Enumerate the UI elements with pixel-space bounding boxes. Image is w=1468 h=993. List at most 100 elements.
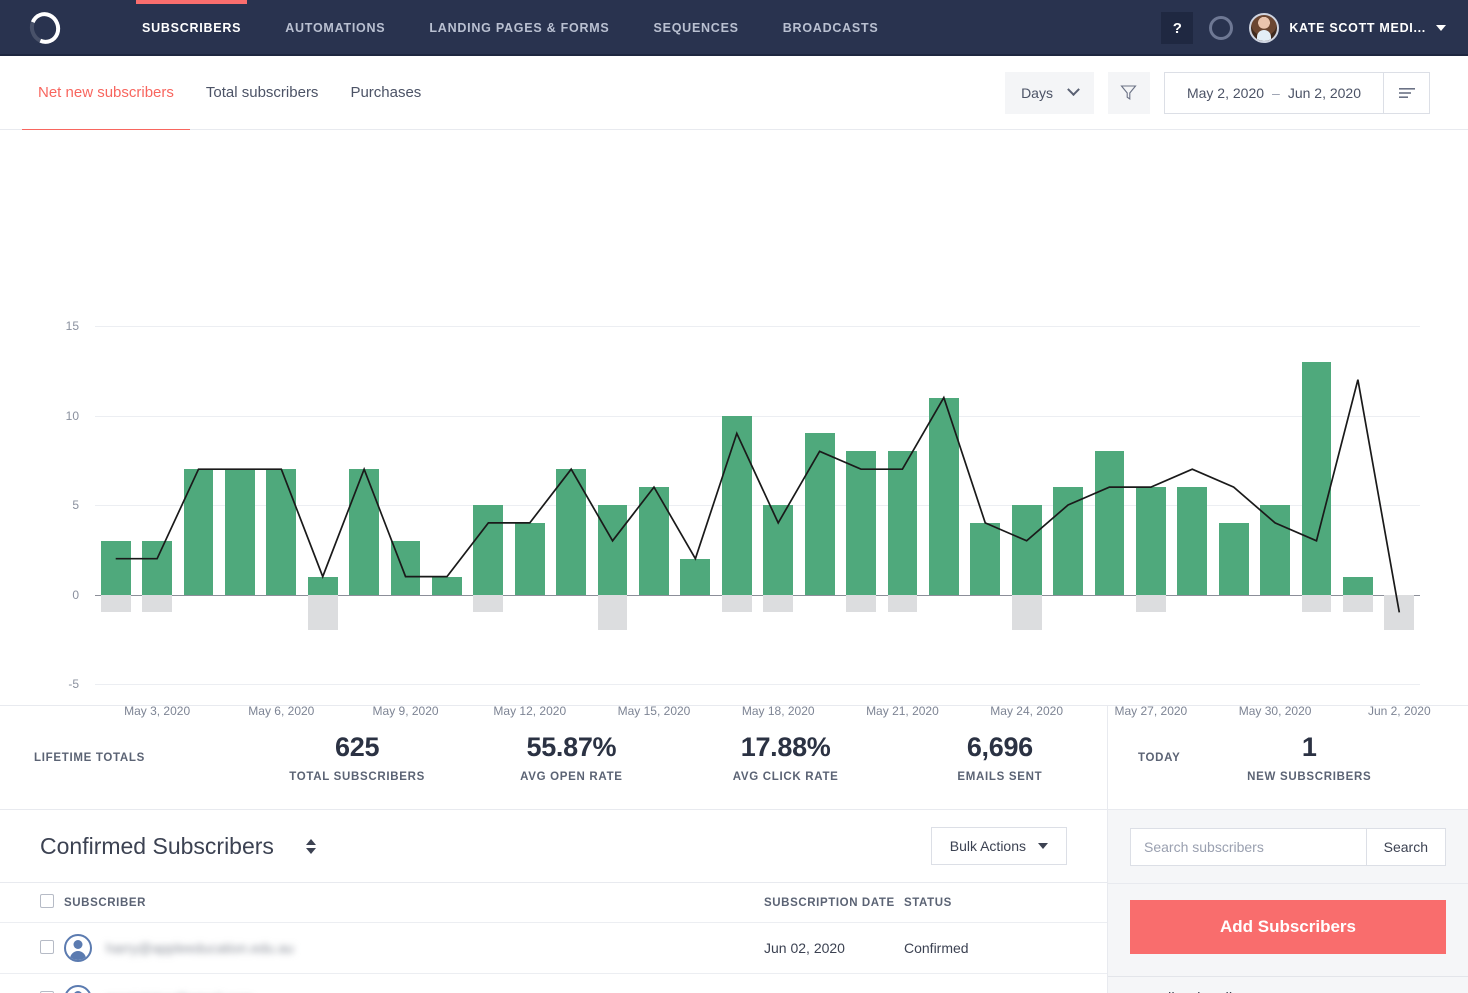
- date-range-text[interactable]: May 2, 2020 – Jun 2, 2020: [1165, 85, 1383, 101]
- subscribers-table: SUBSCRIBER SUBSCRIPTION DATE STATUS harr…: [0, 883, 1107, 993]
- search-input[interactable]: [1130, 828, 1367, 866]
- row-subscription-date: Jun 02, 2020: [764, 923, 904, 974]
- granularity-value: Days: [1021, 85, 1053, 101]
- help-button[interactable]: ?: [1161, 12, 1193, 44]
- date-range-separator: –: [1272, 85, 1280, 101]
- nav-item-landing-pages-forms[interactable]: LANDING PAGES & FORMS: [407, 0, 631, 56]
- y-axis-tick-label: -5: [68, 677, 79, 691]
- x-axis-tick-label: May 18, 2020: [742, 704, 815, 718]
- x-axis-tick-label: May 24, 2020: [990, 704, 1063, 718]
- date-range-end: Jun 2, 2020: [1288, 85, 1361, 101]
- stat-value: 1: [1181, 732, 1439, 763]
- sort-updown-icon[interactable]: [306, 839, 316, 854]
- avatar: [1249, 13, 1279, 43]
- nav-item-sequences[interactable]: SEQUENCES: [632, 0, 761, 56]
- table-row[interactable]: manjalekar@gmail.com Jun 01, 2020 Confir…: [0, 974, 1107, 993]
- y-axis-tick-label: 15: [66, 319, 79, 333]
- y-axis-tick-label: 5: [72, 498, 79, 512]
- x-axis-tick-label: May 12, 2020: [493, 704, 566, 718]
- page-title: Confirmed Subscribers: [40, 833, 274, 860]
- subscribers-header: Confirmed Subscribers Bulk Actions: [0, 810, 1107, 883]
- column-header-status[interactable]: STATUS: [904, 883, 1107, 923]
- app-logo[interactable]: [30, 12, 86, 44]
- stat-value: 17.88%: [679, 732, 893, 763]
- stat-new-subscribers-today: 1 NEW SUBSCRIBERS: [1181, 732, 1439, 783]
- lifetime-stats-group: LIFETIME TOTALS 625 TOTAL SUBSCRIBERS 55…: [0, 706, 1108, 809]
- chevron-down-icon: [1436, 25, 1446, 31]
- circle-logo-icon: [25, 8, 65, 49]
- subscriber-email[interactable]: harry@appleeducation.edu.au: [106, 940, 294, 956]
- avatar: [64, 934, 92, 962]
- table-row[interactable]: harry@appleeducation.edu.au Jun 02, 2020…: [0, 923, 1107, 974]
- add-subscribers-button[interactable]: Add Subscribers: [1130, 900, 1446, 954]
- user-menu[interactable]: KATE SCOTT MEDI...: [1249, 13, 1446, 43]
- subscribers-table-head: SUBSCRIBER SUBSCRIPTION DATE STATUS: [0, 883, 1107, 923]
- date-range-picker[interactable]: May 2, 2020 – Jun 2, 2020: [1164, 72, 1430, 114]
- sort-descending-icon: [306, 848, 316, 854]
- x-axis-tick-label: May 30, 2020: [1239, 704, 1312, 718]
- sort-ascending-icon: [306, 839, 316, 845]
- x-axis-tick-label: May 27, 2020: [1115, 704, 1188, 718]
- chevron-down-icon: [1038, 843, 1048, 849]
- search-button[interactable]: Search: [1367, 828, 1446, 866]
- row-select-cell: [0, 974, 64, 993]
- table-header-row: SUBSCRIBER SUBSCRIPTION DATE STATUS: [0, 883, 1107, 923]
- chevron-down-icon: [1067, 83, 1080, 96]
- date-range-start: May 2, 2020: [1187, 85, 1264, 101]
- stat-emails-sent: 6,696 EMAILS SENT: [893, 732, 1107, 783]
- tab-net-new-subscribers[interactable]: Net new subscribers: [38, 56, 174, 130]
- today-stats-group: TODAY 1 NEW SUBSCRIBERS: [1108, 706, 1468, 809]
- stat-value: 625: [250, 732, 464, 763]
- sort-lines-icon: [1398, 87, 1416, 99]
- primary-nav-links: SUBSCRIBERS AUTOMATIONS LANDING PAGES & …: [120, 0, 900, 56]
- row-select-cell: [0, 923, 64, 974]
- date-range-menu-button[interactable]: [1383, 73, 1429, 113]
- today-label: TODAY: [1138, 752, 1181, 764]
- nav-item-subscribers[interactable]: SUBSCRIBERS: [120, 0, 263, 56]
- report-tabs: Net new subscribers Total subscribers Pu…: [38, 56, 421, 130]
- row-subscription-date: Jun 01, 2020: [764, 974, 904, 993]
- x-axis-tick-label: May 9, 2020: [373, 704, 439, 718]
- avatar: [64, 985, 92, 993]
- lifetime-stats-row: LIFETIME TOTALS 625 TOTAL SUBSCRIBERS 55…: [0, 706, 1468, 810]
- net-new-subscribers-chart-panel: 151050-5May 3, 2020May 6, 2020May 9, 202…: [0, 130, 1468, 706]
- tab-total-subscribers[interactable]: Total subscribers: [206, 56, 319, 130]
- chart-line-series: [95, 326, 1420, 684]
- chart-plot-area: 151050-5May 3, 2020May 6, 2020May 9, 202…: [95, 326, 1420, 684]
- granularity-select[interactable]: Days: [1005, 72, 1094, 114]
- row-status: Confirmed: [904, 923, 1107, 974]
- stat-label: AVG OPEN RATE: [464, 771, 678, 783]
- x-axis-tick-label: May 6, 2020: [248, 704, 314, 718]
- nav-item-broadcasts[interactable]: BROADCASTS: [761, 0, 901, 56]
- stat-value: 6,696: [893, 732, 1107, 763]
- bulk-actions-button[interactable]: Bulk Actions: [931, 827, 1067, 865]
- search-block: Search: [1108, 810, 1468, 883]
- lifetime-totals-label: LIFETIME TOTALS: [0, 752, 250, 764]
- stat-avg-click-rate: 17.88% AVG CLICK RATE: [679, 732, 893, 783]
- filter-button[interactable]: [1108, 72, 1150, 114]
- filter-controls: Days May 2, 2020 – Jun 2, 2020: [1005, 72, 1430, 114]
- stat-label: EMAILS SENT: [893, 771, 1107, 783]
- row-subscriber-cell: harry@appleeducation.edu.au: [64, 923, 764, 974]
- y-axis-tick-label: 10: [66, 409, 79, 423]
- stat-value: 55.87%: [464, 732, 678, 763]
- sidebar-item-all-subscribers[interactable]: All Subscribers 625 SUBSCRIBERS: [1108, 976, 1468, 993]
- stat-total-subscribers: 625 TOTAL SUBSCRIBERS: [250, 732, 464, 783]
- column-header-subscriber[interactable]: SUBSCRIBER: [64, 883, 764, 923]
- select-all-checkbox[interactable]: [40, 894, 54, 908]
- x-axis-tick-label: May 3, 2020: [124, 704, 190, 718]
- confirmed-subscribers-panel: Confirmed Subscribers Bulk Actions SUBSC…: [0, 810, 1108, 993]
- x-axis-tick-label: May 21, 2020: [866, 704, 939, 718]
- subscribers-table-body: harry@appleeducation.edu.au Jun 02, 2020…: [0, 923, 1107, 993]
- row-subscriber-cell: manjalekar@gmail.com: [64, 974, 764, 993]
- nav-item-automations[interactable]: AUTOMATIONS: [263, 0, 407, 56]
- tab-purchases[interactable]: Purchases: [350, 56, 421, 130]
- subscribers-sidebar: Search Add Subscribers All Subscribers 6…: [1108, 810, 1468, 993]
- row-checkbox[interactable]: [40, 940, 54, 954]
- column-header-subscription-date[interactable]: SUBSCRIPTION DATE: [764, 883, 904, 923]
- add-subscribers-block: Add Subscribers: [1108, 883, 1468, 976]
- y-axis-tick-label: 0: [72, 588, 79, 602]
- x-axis-tick-label: May 15, 2020: [618, 704, 691, 718]
- ring-icon[interactable]: [1209, 16, 1233, 40]
- bulk-actions-label: Bulk Actions: [950, 838, 1026, 854]
